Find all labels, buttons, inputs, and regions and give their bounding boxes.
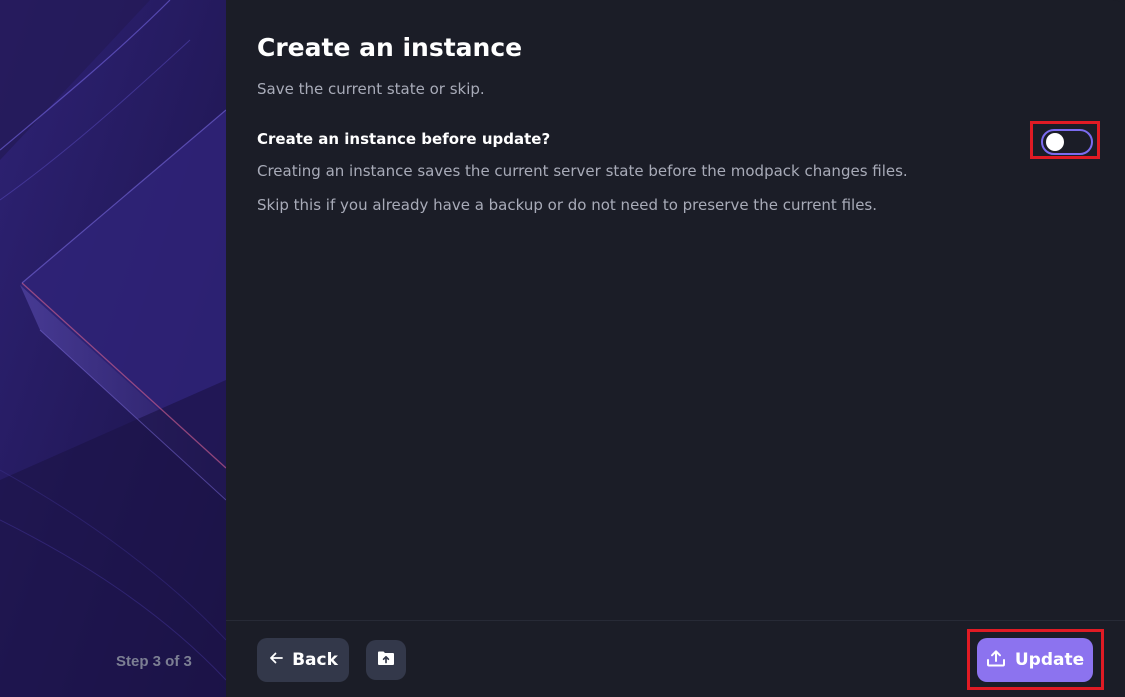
setting-description-primary: Creating an instance saves the current s… <box>257 162 908 180</box>
page-subtitle: Save the current state or skip. <box>257 80 485 98</box>
update-button-label: Update <box>1014 650 1085 670</box>
decorative-artwork <box>0 0 226 697</box>
toggle-knob <box>1046 133 1064 151</box>
create-instance-toggle[interactable] <box>1041 129 1093 155</box>
modal-footer: Back Update <box>226 620 1125 697</box>
main-content: Create an instance Save the current stat… <box>226 0 1125 697</box>
folder-upload-icon <box>377 650 395 670</box>
step-indicator: Step 3 of 3 <box>116 653 192 670</box>
side-decoration-panel: Step 3 of 3 <box>0 0 226 697</box>
setting-label: Create an instance before update? <box>257 130 551 148</box>
back-button[interactable]: Back <box>257 638 349 682</box>
back-button-label: Back <box>292 650 338 670</box>
folder-upload-button[interactable] <box>366 640 406 680</box>
page-title: Create an instance <box>257 33 523 62</box>
arrow-left-icon <box>268 650 284 670</box>
update-modal: Step 3 of 3 Create an instance Save the … <box>0 0 1125 697</box>
upload-icon <box>986 649 1006 671</box>
update-button[interactable]: Update <box>977 638 1093 682</box>
setting-description-secondary: Skip this if you already have a backup o… <box>257 196 878 214</box>
